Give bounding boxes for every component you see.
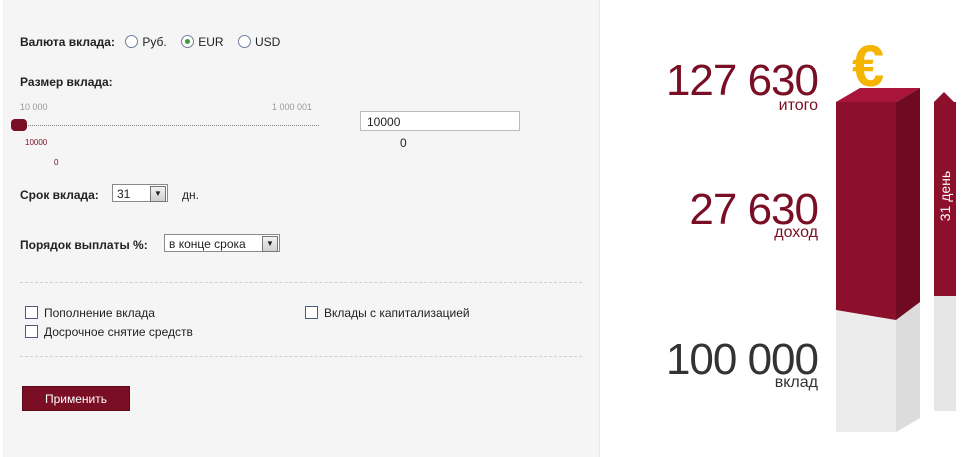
- capitalization-label: Вклады с капитализацией: [324, 305, 470, 320]
- apply-button[interactable]: Применить: [22, 386, 130, 411]
- checkbox-early-row[interactable]: Досрочное снятие средств: [25, 323, 193, 341]
- topup-label: Пополнение вклада: [44, 305, 155, 320]
- topup-checkbox[interactable]: [25, 306, 38, 320]
- early-withdrawal-checkbox[interactable]: [25, 325, 38, 339]
- currency-option-eur: EUR: [198, 34, 224, 49]
- currency-radio-usd[interactable]: [237, 35, 251, 49]
- amount-label: Размер вклада:: [20, 75, 113, 89]
- payout-select-value: в конце срока: [169, 237, 246, 251]
- term-select-value: 31: [117, 187, 131, 201]
- payout-select[interactable]: в конце срока ▼: [164, 234, 280, 252]
- currency-label: Валюта вклада:: [20, 35, 115, 49]
- currency-option-rub: Руб.: [142, 34, 167, 49]
- term-column-arrow: [934, 92, 954, 102]
- divider: [20, 356, 582, 357]
- capitalization-checkbox[interactable]: [305, 306, 318, 320]
- deposit-bar-graphic: [836, 88, 956, 432]
- slider-secondary-label: 0: [54, 158, 59, 167]
- term-label: Срок вклада:: [20, 188, 99, 202]
- checkbox-capitalization-row[interactable]: Вклады с капитализацией: [305, 304, 470, 322]
- term-unit: дн.: [182, 188, 199, 202]
- payout-label: Порядок выплаты %:: [20, 238, 148, 252]
- amount-input[interactable]: 10000: [360, 111, 520, 131]
- early-withdrawal-label: Досрочное снятие средств: [44, 324, 193, 339]
- income-bar-side: [896, 88, 920, 320]
- amount-slider-handle[interactable]: [11, 119, 27, 131]
- deposit-label: вклад: [774, 374, 818, 391]
- total-label: итого: [778, 97, 818, 114]
- income-label: доход: [774, 224, 818, 241]
- term-column-base: [934, 296, 956, 411]
- checkbox-topup-row[interactable]: Пополнение вклада: [25, 304, 155, 322]
- currency-row: Валюта вклада: Руб. EUR USD: [20, 33, 290, 51]
- euro-icon: €: [852, 34, 885, 99]
- slider-value-label: 10000: [25, 138, 48, 147]
- deposit-bar-side: [896, 302, 920, 432]
- slider-max-label: 1 000 001: [272, 102, 313, 112]
- term-days-label: 31 день: [937, 170, 953, 222]
- currency-radio-rub[interactable]: [125, 35, 139, 49]
- currency-radio-eur[interactable]: [181, 35, 195, 49]
- term-select[interactable]: 31 ▼: [112, 184, 168, 202]
- amount-slider-track[interactable]: [17, 125, 319, 126]
- currency-option-usd: USD: [254, 34, 281, 49]
- divider: [20, 282, 582, 283]
- income-bar-front: [836, 102, 896, 320]
- amount-secondary-value: 0: [400, 136, 407, 150]
- chevron-down-icon: ▼: [262, 236, 278, 252]
- chevron-down-icon: ▼: [150, 186, 166, 202]
- slider-min-label: 10 000: [20, 102, 48, 112]
